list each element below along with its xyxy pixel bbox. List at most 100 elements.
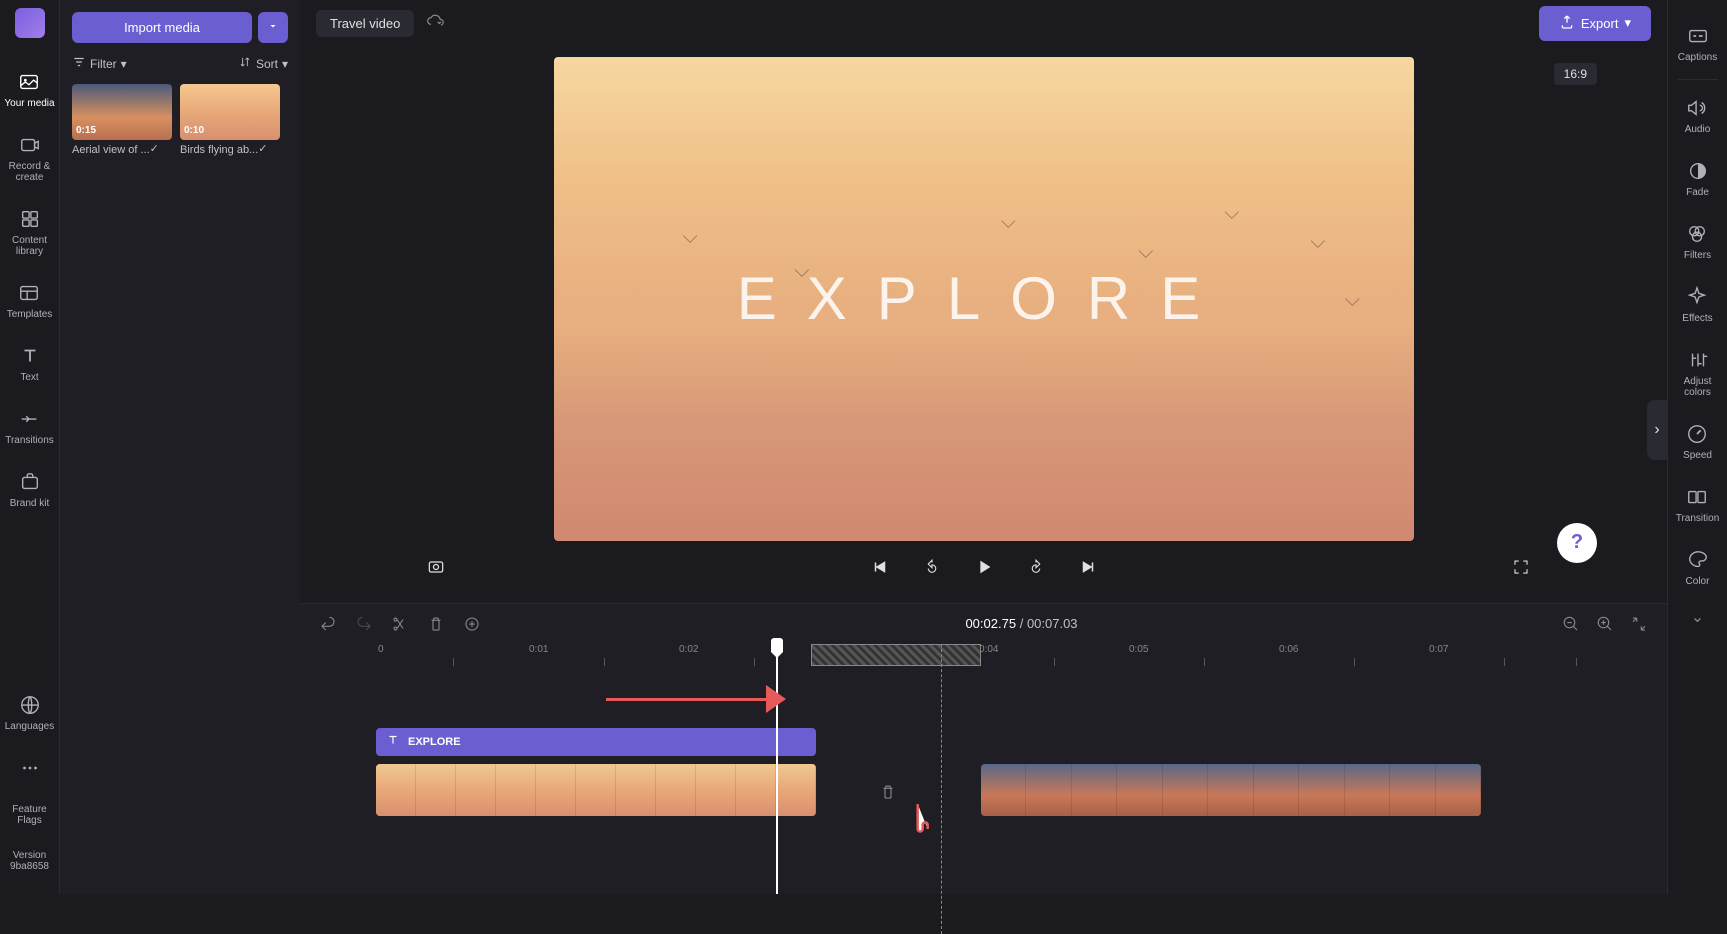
filter-button[interactable]: Filter ▾ [72,55,127,72]
sidebar-item-languages[interactable]: Languages [0,681,59,744]
video-clip-1[interactable] [376,764,816,816]
playhead[interactable] [776,644,778,894]
right-item-fade[interactable]: Fade [1682,147,1714,210]
transitions-icon [17,407,41,431]
sidebar-item-transitions[interactable]: Transitions [1,395,58,458]
text-track[interactable]: EXPLORE [316,728,1667,756]
right-item-captions[interactable]: Captions [1674,12,1721,75]
delete-gap-button[interactable] [876,780,900,804]
right-label: Speed [1683,450,1712,461]
video-track[interactable] [316,764,1667,816]
adjust-icon [1686,348,1710,372]
right-item-filters[interactable]: Filters [1680,210,1715,273]
sidebar-item-brand-kit[interactable]: Brand kit [6,458,53,521]
right-item-color[interactable]: Color [1682,536,1714,599]
media-duration: 0:10 [184,125,204,136]
sidebar-item-feature-flags[interactable]: Feature Flags [0,792,59,838]
right-label: Audio [1685,124,1711,135]
right-item-speed[interactable]: Speed [1679,410,1716,473]
preview-canvas[interactable]: ⌵ ⌵ ⌵ ⌵ ⌵ ⌵ ⌵ EXPLORE [554,57,1414,541]
timecode-total: 00:07.03 [1027,616,1078,631]
app-logo[interactable] [15,8,45,38]
main-area: Travel video Export ▾ 16:9 ⌵ ⌵ ⌵ ⌵ ⌵ ⌵ ⌵… [300,0,1667,894]
gap-selection[interactable] [811,644,981,666]
cloud-sync-icon[interactable] [426,11,446,36]
timeline-ruler[interactable]: 0 0:01 0:02 0:03 0:04 0:05 0:06 0:07 [316,644,1667,668]
rewind-button[interactable] [916,551,948,583]
right-label: Captions [1678,52,1717,63]
sidebar-item-version[interactable]: Version 9ba8658 [0,838,59,884]
zoom-in-button[interactable] [1593,612,1617,636]
captions-icon [1686,24,1710,48]
right-label: Effects [1682,313,1712,324]
import-media-button[interactable]: Import media [72,12,252,43]
screenshot-button[interactable] [420,551,452,583]
export-icon [1559,14,1575,33]
sidebar-label: Brand kit [10,498,49,509]
crop-button[interactable] [460,612,484,636]
ruler-mark: 0:01 [529,644,548,655]
ruler-mark: 0:02 [679,644,698,655]
zoom-out-button[interactable] [1559,612,1583,636]
preview-overlay-text: EXPLORE [737,264,1230,333]
media-clip[interactable]: 0:15 Aerial view of ... ✓ [72,84,172,156]
bird-decoration: ⌵ [1345,289,1360,312]
ruler-tick [453,658,454,666]
right-item-transition[interactable]: Transition [1672,473,1724,536]
bird-decoration: ⌵ [794,260,809,283]
video-clip-2[interactable] [981,764,1481,816]
ruler-tick [1354,658,1355,666]
ruler-tick [1054,658,1055,666]
sidebar-item-content-library[interactable]: Content library [0,195,59,269]
left-sidebar: Your media Record & create Content libra… [0,0,60,894]
more-icon [18,756,42,780]
right-item-effects[interactable]: Effects [1678,273,1716,336]
sidebar-item-your-media[interactable]: Your media [0,58,58,121]
media-clip-name: Aerial view of ... [72,144,150,156]
prev-frame-button[interactable] [864,551,896,583]
right-item-audio[interactable]: Audio [1681,84,1715,147]
sidebar-item-more[interactable] [0,744,59,792]
delete-button[interactable] [424,612,448,636]
media-clip[interactable]: 0:10 Birds flying ab... ✓ [180,84,280,156]
collapse-right-panel-button[interactable]: › [1647,400,1667,460]
sidebar-item-text[interactable]: Text [14,332,46,395]
filter-icon [72,55,86,72]
ruler-tick [1576,658,1577,666]
split-button[interactable] [388,612,412,636]
fullscreen-button[interactable] [1505,551,1537,583]
playhead-handle[interactable] [771,638,783,652]
import-dropdown-button[interactable] [258,12,288,43]
redo-button[interactable] [352,612,376,636]
media-clip-name: Birds flying ab... [180,144,258,156]
play-button[interactable] [968,551,1000,583]
sidebar-label: Feature Flags [4,804,55,826]
help-button[interactable]: ? [1557,523,1597,563]
timeline-tracks[interactable]: EXPLORE [316,668,1667,894]
aspect-ratio-badge[interactable]: 16:9 [1554,63,1597,85]
ruler-tick [604,658,605,666]
text-clip[interactable]: EXPLORE [376,728,816,756]
media-icon [17,70,41,94]
chevron-down-icon: ▾ [121,57,127,71]
filter-label: Filter [90,57,117,71]
sidebar-item-record-create[interactable]: Record & create [0,121,59,195]
bird-decoration: ⌵ [1138,241,1153,264]
expand-right-sidebar-button[interactable]: ⌄ [1691,607,1704,627]
timecode-display: 00:02.75 / 00:07.03 [496,616,1547,631]
sidebar-label: Record & create [4,161,55,183]
project-title[interactable]: Travel video [316,10,414,37]
right-item-adjust-colors[interactable]: Adjust colors [1668,336,1727,410]
sidebar-item-templates[interactable]: Templates [3,269,57,332]
export-button[interactable]: Export ▾ [1539,6,1651,41]
chevron-down-icon: ⌄ [1691,609,1704,626]
media-thumbnail: 0:10 [180,84,280,140]
color-icon [1686,548,1710,572]
fit-timeline-button[interactable] [1627,612,1651,636]
bird-decoration: ⌵ [683,226,698,249]
audio-icon [1685,96,1709,120]
undo-button[interactable] [316,612,340,636]
next-frame-button[interactable] [1072,551,1104,583]
forward-button[interactable] [1020,551,1052,583]
sort-button[interactable]: Sort ▾ [238,55,288,72]
